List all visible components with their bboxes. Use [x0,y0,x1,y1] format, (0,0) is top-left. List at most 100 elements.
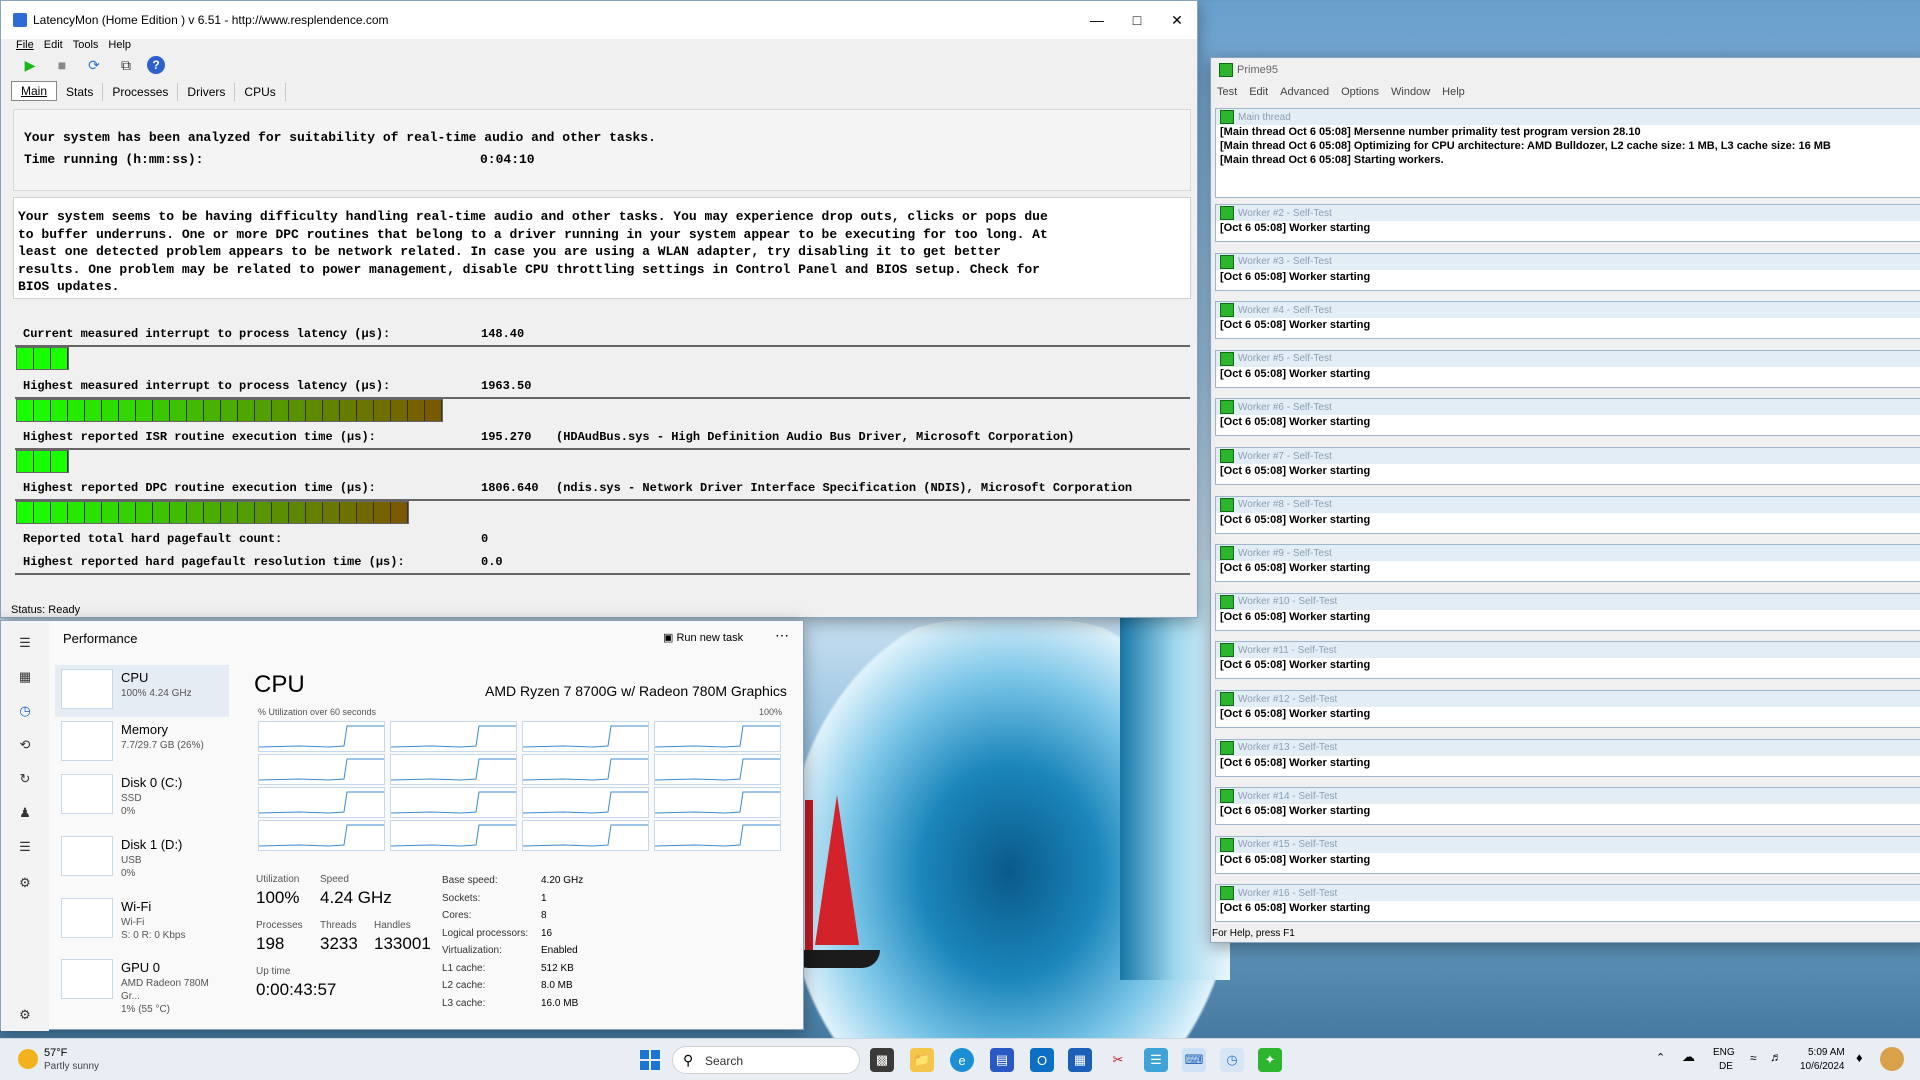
clock-time[interactable]: 5:09 AM [1808,1047,1845,1058]
copilot-icon[interactable] [1880,1047,1904,1071]
notepad-icon[interactable]: ☰ [1144,1048,1168,1072]
p95-menu-help[interactable]: Help [1442,86,1465,98]
latencymon-titlebar[interactable]: LatencyMon (Home Edition ) v 6.51 - http… [1,1,1197,39]
start-icon[interactable] [638,1048,662,1072]
tab-drivers[interactable]: Drivers [178,83,236,101]
hamburger-icon[interactable]: ☰ [17,635,33,651]
p95-main-thread-window[interactable]: Main thread [Main thread Oct 6 05:08] Me… [1215,108,1920,198]
task-view-icon[interactable]: ▩ [870,1048,894,1072]
cpu-core-line [522,758,648,781]
p95-worker-window[interactable]: Worker #10 - Self-Test [Oct 6 05:08] Work… [1215,592,1920,631]
tab-processes[interactable]: Processes [103,83,179,101]
onedrive-icon[interactable]: ☁ [1682,1049,1695,1065]
prime95-window[interactable]: Prime95 Test Edit Advanced Options Windo… [1210,57,1920,943]
p95-worker-window[interactable]: Worker #15 - Self-Test [Oct 6 05:08] Work… [1215,835,1920,874]
p95-worker-window[interactable]: Worker #12 - Self-Test [Oct 6 05:08] Work… [1215,690,1920,728]
more-options-icon[interactable]: ⋯ [775,627,789,644]
cpu-core-line [654,725,780,748]
details-icon[interactable]: ☰ [17,839,33,855]
p95-worker-window[interactable]: Worker #13 - Self-Test [Oct 6 05:08] Work… [1215,738,1920,777]
weather-temp[interactable]: 57°F [44,1047,67,1059]
p95-menu-window[interactable]: Window [1391,86,1430,98]
weather-desc[interactable]: Partly sunny [44,1061,99,1072]
latencymon-window[interactable]: LatencyMon (Home Edition ) v 6.51 - http… [0,0,1198,618]
prime95-titlebar[interactable]: Prime95 [1211,58,1920,82]
p95-worker-window[interactable]: Worker #11 - Self-Test [Oct 6 05:08] Work… [1215,641,1920,680]
p95-worker-window[interactable]: Worker #5 - Self-Test [Oct 6 05:08] Worke… [1215,349,1920,388]
p95-worker-window[interactable]: Worker #4 - Self-Test [Oct 6 05:08] Worke… [1215,301,1920,340]
latency-bar-segment [204,400,221,421]
p95-worker-window[interactable]: Worker #6 - Self-Test [Oct 6 05:08] Worke… [1215,398,1920,437]
lang-secondary[interactable]: DE [1719,1061,1733,1072]
volume-icon[interactable]: ♬ [1770,1050,1782,1064]
perf-item-sub: 7.7/29.7 GB (26%) [121,739,204,752]
p95-worker-window[interactable]: Worker #2 - Self-Test [Oct 6 05:08] Worke… [1215,204,1920,242]
prime95-taskbar-icon[interactable]: ✦ [1258,1048,1282,1072]
minimize-icon[interactable]: — [1077,1,1117,39]
processes-icon[interactable]: ▦ [17,669,33,685]
p95-worker-title: Worker #10 - Self-Test [1238,596,1338,608]
chevron-up-icon[interactable]: ⌃ [1656,1051,1665,1064]
latency-bar-segment [102,400,119,421]
tab-main[interactable]: Main [11,81,58,101]
wifi-icon[interactable]: ≈ [1750,1051,1757,1065]
prime95-menubar: Test Edit Advanced Options Window Help [1211,82,1920,102]
p95-worker-window[interactable]: Worker #16 - Self-Test [Oct 6 05:08] Work… [1215,884,1920,923]
tab-stats[interactable]: Stats [57,83,104,101]
clock-date[interactable]: 10/6/2024 [1800,1061,1845,1072]
latencymon-toolbar: ▶ ■ ⟳ ⧉ ? [1,51,1197,79]
run-new-task-button[interactable]: ▣ Run new task [663,631,743,644]
p95-worker-line: [Oct 6 05:08] Worker starting [1220,853,1371,866]
settings-icon[interactable]: ⚙ [17,1007,33,1023]
refresh-icon[interactable]: ⟳ [83,55,105,75]
p95-worker-window[interactable]: Worker #9 - Self-Test [Oct 6 05:08] Worke… [1215,544,1920,583]
startup-apps-icon[interactable]: ↻ [17,771,33,787]
task-manager-window[interactable]: ☰ ▦ ◷ ⟲ ↻ ♟ ☰ ⚙ ⚙ Performance ▣ Run new … [0,620,804,1031]
notification-bell-icon[interactable]: ♦ [1856,1050,1863,1065]
perf-sidebar-item[interactable]: GPU 0 AMD Radeon 780M Gr... 1% (55 °C) [55,955,229,1015]
processes-stat-label: Processes [256,920,303,931]
lm-menu-file[interactable]: File [16,39,34,51]
tab-cpus[interactable]: CPUs [235,83,286,101]
p95-worker-window[interactable]: Worker #3 - Self-Test [Oct 6 05:08] Worke… [1215,252,1920,291]
users-icon[interactable]: ♟ [17,805,33,821]
snipping-tool-icon[interactable]: ✂ [1106,1048,1130,1072]
lm-menu-help[interactable]: Help [108,39,131,51]
task-manager-taskbar-icon[interactable]: ◷ [1220,1048,1244,1072]
close-icon[interactable]: ✕ [1157,1,1197,39]
windows-icon[interactable]: ⧉ [115,55,137,75]
p95-menu-advanced[interactable]: Advanced [1280,86,1329,98]
p95-worker-window[interactable]: Worker #8 - Self-Test [Oct 6 05:08] Worke… [1215,495,1920,534]
play-icon[interactable]: ▶ [19,55,41,75]
outlook-icon[interactable]: O [1030,1048,1054,1072]
maximize-icon[interactable]: □ [1117,1,1157,39]
perf-sidebar-item[interactable]: Disk 1 (D:) USB 0% [55,832,229,884]
p95-menu-edit[interactable]: Edit [1249,86,1268,98]
help-icon[interactable]: ? [147,56,165,74]
perf-sidebar-item[interactable]: Wi-Fi Wi-Fi S: 0 R: 0 Kbps [55,894,229,946]
perf-sidebar-item[interactable]: CPU 100% 4.24 GHz [55,665,229,717]
latency-bar-segment [170,400,187,421]
edge-icon[interactable]: e [950,1048,974,1072]
performance-icon[interactable]: ◷ [17,703,33,719]
perf-sidebar-item[interactable]: Memory 7.7/29.7 GB (26%) [55,717,229,769]
lm-menu-tools[interactable]: Tools [73,39,99,51]
latency-bar-segment [17,400,34,421]
p95-menu-options[interactable]: Options [1341,86,1379,98]
lm-menu-edit[interactable]: Edit [44,39,63,51]
file-explorer-icon[interactable]: 📁 [910,1048,934,1072]
app-history-icon[interactable]: ⟲ [17,737,33,753]
p95-worker-window[interactable]: Worker #14 - Self-Test [Oct 6 05:08] Work… [1215,787,1920,826]
services-icon[interactable]: ⚙ [17,875,33,891]
p95-worker-window[interactable]: Worker #7 - Self-Test [Oct 6 05:08] Worke… [1215,447,1920,485]
perf-sidebar-item[interactable]: Disk 0 (C:) SSD 0% [55,770,229,822]
p95-menu-test[interactable]: Test [1217,86,1237,98]
calculator-app-icon[interactable]: ▦ [1068,1048,1092,1072]
weather-sun-icon[interactable] [18,1049,38,1069]
latencymon-taskbar-icon[interactable]: ⌨ [1182,1048,1206,1072]
lang-primary[interactable]: ENG [1713,1047,1735,1058]
store-icon[interactable]: ▤ [990,1048,1014,1072]
stop-icon[interactable]: ■ [51,55,73,75]
taskbar: 57°F Partly sunny ⚲ Search ▩ 📁 e ▤ O ▦ ✂… [0,1038,1920,1080]
taskbar-search-box[interactable]: ⚲ Search [672,1046,860,1074]
